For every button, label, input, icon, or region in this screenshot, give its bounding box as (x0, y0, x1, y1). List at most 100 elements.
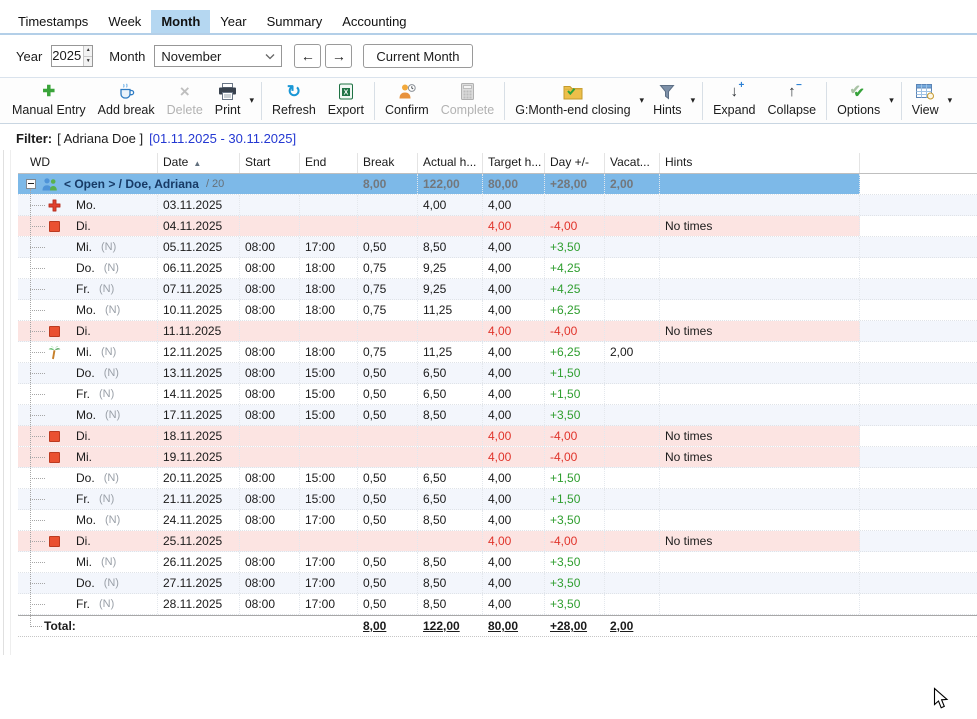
toolbar-separator (261, 82, 262, 120)
table-row[interactable]: Di.25.11.20254,00-4,00No times (18, 531, 977, 552)
target-hours-cell: 4,00 (483, 258, 545, 278)
table-row[interactable]: Mo.(N)17.11.202508:0015:000,508,504,00+3… (18, 405, 977, 426)
day-delta-cell: -4,00 (545, 531, 605, 551)
target-hours-cell: 4,00 (483, 321, 545, 341)
current-month-button[interactable]: Current Month (363, 44, 472, 68)
column-header-date[interactable]: Date▲ (158, 153, 240, 173)
weekday-cell: Do.(N) (18, 258, 158, 278)
column-header-target-h[interactable]: Target h... (483, 153, 545, 173)
person-clock-icon (398, 82, 416, 102)
table-row[interactable]: Do.(N)06.11.202508:0018:000,759,254,00+4… (18, 258, 977, 279)
vacation-cell (605, 195, 660, 215)
tab-timestamps[interactable]: Timestamps (8, 10, 98, 33)
end-cell: 18:00 (300, 279, 358, 299)
table-row[interactable]: Mi.(N)05.11.202508:0017:000,508,504,00+3… (18, 237, 977, 258)
day-delta-cell (545, 195, 605, 215)
table-row[interactable]: Mo.(N)24.11.202508:0017:000,508,504,00+3… (18, 510, 977, 531)
target-hours-cell: 4,00 (483, 342, 545, 362)
refresh-button[interactable]: ↻Refresh (266, 81, 322, 121)
tab-summary[interactable]: Summary (257, 10, 333, 33)
vacation-cell (605, 405, 660, 425)
previous-month-button[interactable]: ← (294, 44, 321, 68)
month-select[interactable]: November (154, 45, 282, 67)
dropdown-arrow-icon[interactable]: ▾ (691, 95, 696, 106)
group-header-row[interactable]: < Open > / Doe, Adriana/ 208,00122,0080,… (18, 174, 977, 195)
table-row[interactable]: Do.(N)13.11.202508:0015:000,506,504,00+1… (18, 363, 977, 384)
hints-button[interactable]: Hints (647, 81, 687, 121)
target-hours-cell: 4,00 (483, 447, 545, 467)
add-break-button[interactable]: Add break (92, 81, 161, 121)
g-month-end-closing-button[interactable]: G:Month-end closing (509, 81, 636, 121)
column-header-wd[interactable]: WD (18, 153, 158, 173)
weekday-cell: Mi.(N) (18, 237, 158, 257)
day-total-cell: +28,00 (545, 616, 605, 636)
table-row[interactable]: Mi.(N)12.11.202508:0018:000,7511,254,00+… (18, 342, 977, 363)
end-cell (300, 216, 358, 236)
next-month-button[interactable]: → (325, 44, 352, 68)
column-header-vacat[interactable]: Vacat... (605, 153, 660, 173)
collapse-button[interactable]: ↑−Collapse (762, 81, 823, 121)
manual-entry-button[interactable]: ✚Manual Entry (6, 81, 92, 121)
actual-hours-cell (418, 531, 483, 551)
column-header-end[interactable]: End (300, 153, 358, 173)
dropdown-arrow-icon[interactable]: ▾ (249, 95, 254, 106)
column-header-start[interactable]: Start (240, 153, 300, 173)
mouse-cursor (933, 687, 950, 716)
hints-label: Hints (653, 103, 681, 117)
end-cell (300, 426, 358, 446)
table-row[interactable]: Fr.(N)07.11.202508:0018:000,759,254,00+4… (18, 279, 977, 300)
dropdown-arrow-icon[interactable]: ▾ (640, 95, 645, 106)
weekday-cell: Do.(N) (18, 468, 158, 488)
column-header-break[interactable]: Break (358, 153, 418, 173)
vacation-cell (605, 321, 660, 341)
table-row[interactable]: Mi.(N)26.11.202508:0017:000,508,504,00+3… (18, 552, 977, 573)
export-button[interactable]: XExport (322, 81, 370, 121)
spin-down-icon[interactable]: ▼ (84, 57, 92, 67)
tab-accounting[interactable]: Accounting (332, 10, 416, 33)
dropdown-arrow-icon[interactable]: ▾ (948, 95, 953, 106)
table-row[interactable]: Di.18.11.20254,00-4,00No times (18, 426, 977, 447)
table-row[interactable]: Mo.03.11.20254,004,00 (18, 195, 977, 216)
confirm-button[interactable]: Confirm (379, 81, 435, 121)
table-row[interactable]: Di.11.11.20254,00-4,00No times (18, 321, 977, 342)
year-value[interactable]: 2025 (52, 46, 83, 66)
tab-month[interactable]: Month (151, 10, 210, 33)
hints-cell (660, 489, 860, 509)
table-row[interactable]: Fr.(N)28.11.202508:0017:000,508,504,00+3… (18, 594, 977, 615)
month-label: Month (109, 49, 145, 64)
collapse-expander-icon[interactable] (26, 179, 36, 189)
table-row[interactable]: Fr.(N)14.11.202508:0015:000,506,504,00+1… (18, 384, 977, 405)
vacation-cell (605, 468, 660, 488)
column-header-label: Break (363, 155, 394, 169)
date-cell: 21.11.2025 (158, 489, 240, 509)
date-cell: 03.11.2025 (158, 195, 240, 215)
table-row[interactable]: Mi.19.11.20254,00-4,00No times (18, 447, 977, 468)
timesheet-app: TimestampsWeekMonthYearSummaryAccounting… (0, 0, 977, 719)
weekday-label: Di. (76, 321, 91, 341)
expand-button[interactable]: ↓+Expand (707, 81, 761, 121)
table-row[interactable]: Di.04.11.20254,00-4,00No times (18, 216, 977, 237)
start-cell (240, 216, 300, 236)
spin-up-icon[interactable]: ▲ (84, 46, 92, 57)
table-row[interactable]: Do.(N)20.11.202508:0015:000,506,504,00+1… (18, 468, 977, 489)
column-header-hints[interactable]: Hints (660, 153, 860, 173)
table-row[interactable]: Fr.(N)21.11.202508:0015:000,506,504,00+1… (18, 489, 977, 510)
column-header-day[interactable]: Day +/- (545, 153, 605, 173)
vacation-cell (605, 363, 660, 383)
table-row[interactable]: Mo.(N)10.11.202508:0018:000,7511,254,00+… (18, 300, 977, 321)
view-button[interactable]: View (906, 81, 945, 121)
column-header-actual-h[interactable]: Actual h... (418, 153, 483, 173)
dropdown-arrow-icon[interactable]: ▾ (889, 95, 894, 106)
tab-year[interactable]: Year (210, 10, 256, 33)
options-button[interactable]: ✔✔Options (831, 81, 886, 121)
normal-day-marker: (N) (105, 300, 120, 320)
end-cell: 17:00 (300, 573, 358, 593)
table-row[interactable]: Do.(N)27.11.202508:0017:000,508,504,00+3… (18, 573, 977, 594)
normal-day-marker: (N) (104, 573, 119, 593)
tree-branch-line (30, 226, 45, 227)
tab-week[interactable]: Week (98, 10, 151, 33)
print-button[interactable]: Print (209, 81, 247, 121)
target-hours-cell: 4,00 (483, 384, 545, 404)
year-spinner[interactable]: 2025 ▲▼ (51, 45, 93, 67)
weekday-label: Mi. (76, 552, 92, 572)
